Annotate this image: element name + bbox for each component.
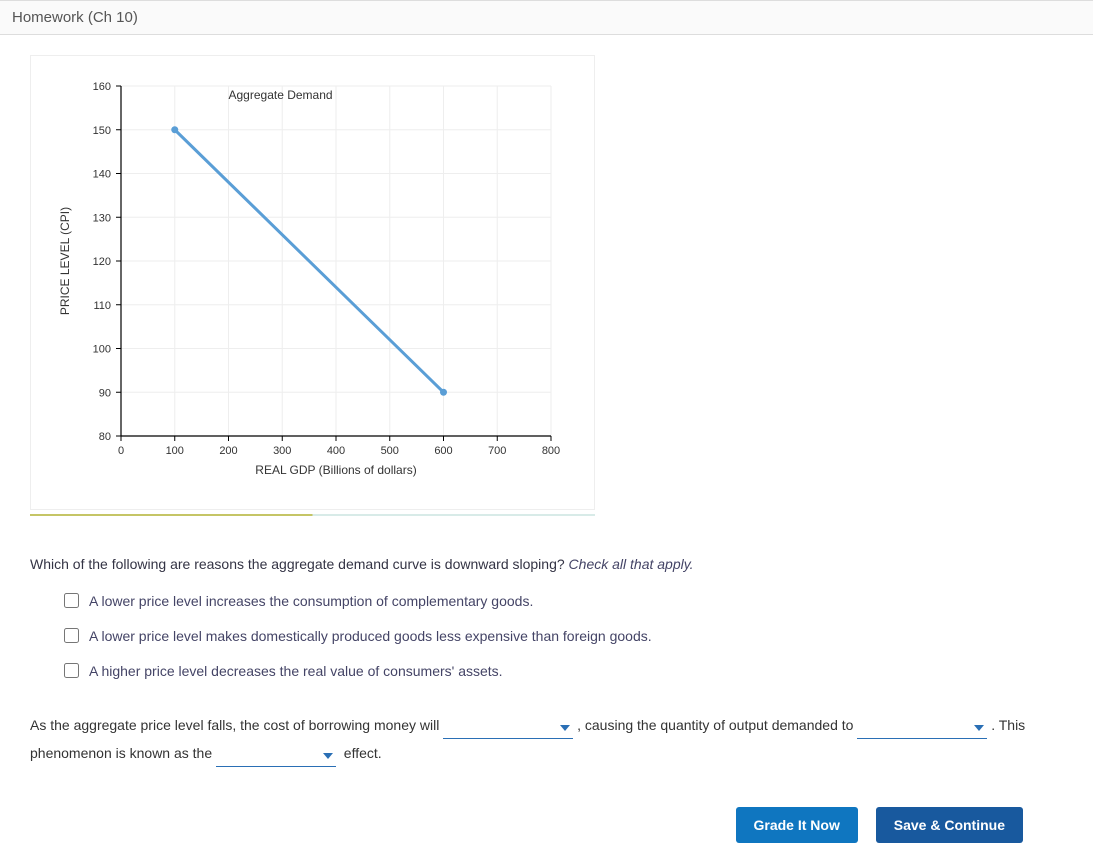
q2-text-4: effect. <box>344 745 382 761</box>
q2-text-1: As the aggregate price level falls, the … <box>30 717 439 733</box>
q1-checkbox-2[interactable] <box>64 663 79 678</box>
svg-text:PRICE LEVEL (CPI): PRICE LEVEL (CPI) <box>58 207 72 315</box>
page-header: Homework (Ch 10) <box>0 0 1093 35</box>
question-2: As the aggregate price level falls, the … <box>30 711 1063 767</box>
svg-text:150: 150 <box>93 125 111 137</box>
svg-text:120: 120 <box>93 256 111 268</box>
svg-text:400: 400 <box>327 445 345 457</box>
q1-option-label: A lower price level makes domestically p… <box>89 628 652 644</box>
svg-text:160: 160 <box>93 81 111 93</box>
svg-text:500: 500 <box>381 445 399 457</box>
q2-dropdown-2[interactable] <box>857 719 987 739</box>
q2-dropdown-1[interactable] <box>443 719 573 739</box>
q1-checkbox-0[interactable] <box>64 593 79 608</box>
chart-container: 0 100 200 300 400 500 600 700 800 80 90 100 110 120 13… <box>30 55 595 510</box>
chevron-down-icon <box>559 723 571 733</box>
page-title: Homework (Ch 10) <box>12 9 138 26</box>
chevron-down-icon <box>322 751 334 761</box>
q1-hint: Check all that apply. <box>569 556 694 572</box>
q1-option-label: A higher price level decreases the real … <box>89 663 503 679</box>
svg-text:90: 90 <box>99 387 111 399</box>
chevron-down-icon <box>973 723 985 733</box>
grade-button[interactable]: Grade It Now <box>736 807 858 843</box>
save-continue-button[interactable]: Save & Continue <box>876 807 1023 843</box>
svg-text:110: 110 <box>93 300 111 312</box>
aggregate-demand-chart: 0 100 200 300 400 500 600 700 800 80 90 100 110 120 13… <box>41 76 581 496</box>
q1-option-row: A lower price level increases the consum… <box>60 590 1063 611</box>
content-area: 0 100 200 300 400 500 600 700 800 80 90 100 110 120 13… <box>0 35 1093 863</box>
svg-text:600: 600 <box>434 445 452 457</box>
q1-option-label: A lower price level increases the consum… <box>89 593 533 609</box>
q1-options: A lower price level increases the consum… <box>60 590 1063 681</box>
svg-text:140: 140 <box>93 169 111 181</box>
svg-text:100: 100 <box>166 445 184 457</box>
q1-prompt: Which of the following are reasons the a… <box>30 556 565 572</box>
q1-option-row: A higher price level decreases the real … <box>60 660 1063 681</box>
q2-text-2: , causing the quantity of output demande… <box>577 717 853 733</box>
svg-text:Aggregate Demand: Aggregate Demand <box>229 88 333 102</box>
section-divider <box>30 514 595 516</box>
question-1: Which of the following are reasons the a… <box>30 556 1063 681</box>
button-bar: Grade It Now Save & Continue <box>30 807 1063 843</box>
svg-text:100: 100 <box>93 344 111 356</box>
svg-text:0: 0 <box>118 445 124 457</box>
svg-text:200: 200 <box>219 445 237 457</box>
svg-text:300: 300 <box>273 445 291 457</box>
svg-text:80: 80 <box>99 431 111 443</box>
q1-option-row: A lower price level makes domestically p… <box>60 625 1063 646</box>
q1-checkbox-1[interactable] <box>64 628 79 643</box>
svg-text:800: 800 <box>542 445 560 457</box>
svg-text:700: 700 <box>488 445 506 457</box>
svg-text:130: 130 <box>93 212 111 224</box>
q2-dropdown-3[interactable] <box>216 747 336 767</box>
svg-text:REAL GDP (Billions of dollars): REAL GDP (Billions of dollars) <box>255 463 416 477</box>
